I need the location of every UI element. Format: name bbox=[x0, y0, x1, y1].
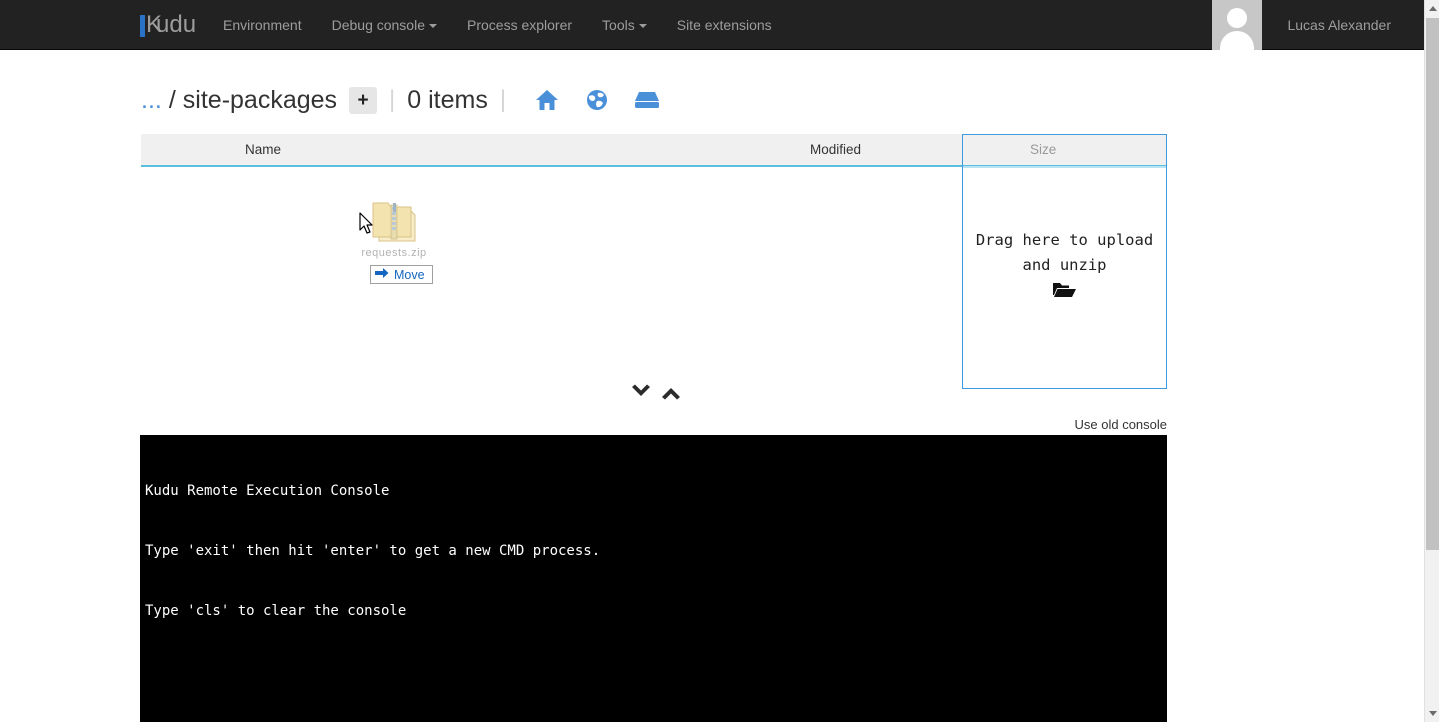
nav-item-site-extensions-label: Site extensions bbox=[676, 17, 772, 33]
scroll-down-arrow-icon[interactable] bbox=[1425, 705, 1439, 722]
item-count: 0 items bbox=[407, 85, 488, 114]
scroll-up-arrow-icon[interactable] bbox=[1425, 0, 1439, 17]
nav-item-debug-console[interactable]: Debug console bbox=[317, 0, 452, 50]
breadcrumb-icon-bar bbox=[522, 89, 672, 111]
scrollbar-thumb[interactable] bbox=[1426, 18, 1439, 550]
page-scrollbar[interactable] bbox=[1424, 0, 1439, 722]
dropzone-inner: Drag here to upload and unzip bbox=[963, 166, 1166, 388]
hard-drive-icon[interactable] bbox=[622, 90, 672, 110]
column-header-modified[interactable]: Modified bbox=[810, 142, 861, 157]
console-size-toggles bbox=[629, 381, 683, 403]
breadcrumb-divider-2: | bbox=[499, 86, 507, 113]
avatar bbox=[1212, 0, 1263, 50]
nav-item-tools[interactable]: Tools bbox=[587, 0, 662, 50]
nav-links: Environment Debug console Process explor… bbox=[208, 0, 787, 50]
breadcrumb: ... / site-packages + | 0 items | bbox=[141, 80, 672, 120]
nav-item-environment-label: Environment bbox=[223, 17, 302, 33]
user-silhouette-body bbox=[1220, 31, 1255, 50]
nav-item-debug-console-label: Debug console bbox=[331, 17, 425, 33]
dragged-file-ghost: requests.zip bbox=[334, 197, 454, 259]
home-icon[interactable] bbox=[522, 89, 572, 111]
chevron-down-icon[interactable] bbox=[629, 381, 653, 403]
nav-item-tools-label: Tools bbox=[602, 17, 635, 33]
nav-item-process-explorer[interactable]: Process explorer bbox=[452, 0, 587, 50]
nav-item-environment[interactable]: Environment bbox=[208, 0, 317, 50]
breadcrumb-divider-1: | bbox=[389, 86, 396, 113]
console-line: Type 'exit' then hit 'enter' to get a ne… bbox=[145, 543, 601, 559]
top-navbar: Kudu Environment Debug console Process e… bbox=[0, 0, 1424, 50]
dropzone-text: Drag here to upload and unzip bbox=[965, 228, 1165, 278]
console-line: Kudu Remote Execution Console bbox=[145, 483, 390, 499]
nav-item-process-explorer-label: Process explorer bbox=[467, 17, 573, 33]
use-old-console-row: Use old console bbox=[0, 417, 1168, 432]
upload-dropzone[interactable]: Drag here to upload and unzip bbox=[962, 134, 1167, 389]
chevron-down-icon bbox=[638, 24, 647, 29]
breadcrumb-parent[interactable]: ... bbox=[141, 86, 162, 115]
drag-move-tooltip: Move bbox=[370, 265, 433, 284]
drag-move-label: Move bbox=[394, 267, 425, 282]
breadcrumb-separator: / bbox=[168, 85, 176, 114]
dropzone-header-space bbox=[963, 135, 1166, 166]
remote-execution-console[interactable]: Kudu Remote Execution Console Type 'exit… bbox=[140, 435, 1167, 722]
user-menu[interactable]: Lucas Alexander bbox=[1212, 0, 1409, 50]
add-button[interactable]: + bbox=[349, 86, 378, 114]
blue-arrow-right-icon bbox=[375, 266, 389, 284]
column-header-name[interactable]: Name bbox=[245, 142, 281, 157]
dropzone-line-1: Drag here to upload bbox=[975, 230, 1154, 249]
open-folder-icon bbox=[1052, 280, 1077, 303]
kudu-logo[interactable]: Kudu bbox=[140, 10, 202, 40]
user-silhouette-icon bbox=[1227, 8, 1248, 28]
chevron-up-icon[interactable] bbox=[659, 381, 683, 403]
user-name: Lucas Alexander bbox=[1287, 17, 1391, 33]
globe-icon[interactable] bbox=[572, 89, 622, 111]
nav-item-site-extensions[interactable]: Site extensions bbox=[662, 0, 787, 50]
use-old-console-link[interactable]: Use old console bbox=[1075, 417, 1168, 432]
breadcrumb-current: site-packages bbox=[182, 85, 338, 114]
console-line: Type 'cls' to clear the console bbox=[145, 603, 407, 619]
zip-folder-icon bbox=[371, 197, 417, 245]
logo-text: udu bbox=[156, 11, 197, 38]
dropzone-line-2: and unzip bbox=[1022, 255, 1107, 274]
mouse-pointer-icon bbox=[359, 212, 375, 236]
chevron-down-icon bbox=[429, 24, 437, 29]
logo-blue-bar bbox=[140, 15, 145, 37]
dragged-file-name: requests.zip bbox=[361, 247, 427, 259]
